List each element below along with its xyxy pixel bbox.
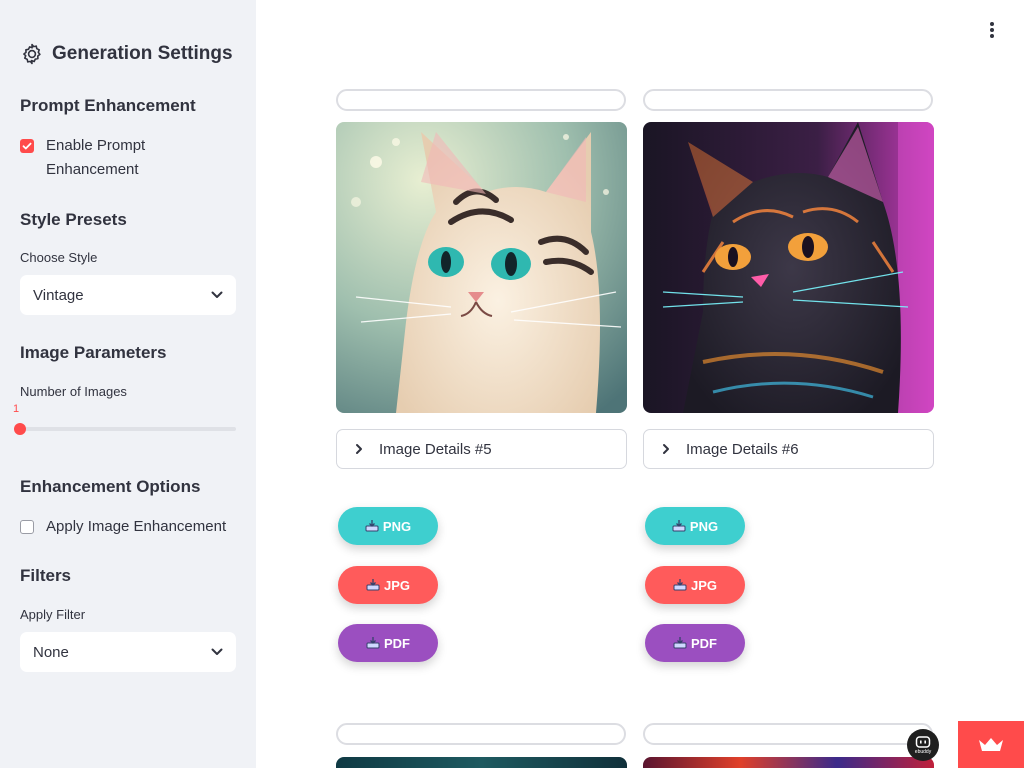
streamlit-crown-button[interactable] [958,721,1024,768]
enable-prompt-label: Enable Prompt Enhancement [46,137,146,178]
caption-bar [336,723,626,745]
chevron-down-icon [211,291,223,298]
slider-thumb[interactable] [14,423,26,435]
download-pdf-label: PDF [384,635,410,651]
apply-filter-label: Apply Filter [20,607,86,622]
cat-image-5 [336,122,627,413]
image-details-label: Image Details #6 [686,440,799,458]
caption-bar [336,89,626,111]
download-jpg-label: JPG [690,577,717,593]
slider-value: 1 [13,403,20,415]
caption-bar [643,89,933,111]
checkmark-icon [22,142,32,150]
download-tray-icon [366,637,380,649]
image-details-expander-5[interactable]: Image Details #5 [336,429,627,469]
robot-icon [915,736,931,748]
gear-icon [23,43,41,65]
generated-image-8 [643,757,934,768]
download-tray-icon [673,637,687,649]
filters-heading: Filters [20,566,72,585]
enable-prompt-checkbox-row[interactable]: Enable Prompt Enhancement [20,137,176,182]
filter-select[interactable]: None [20,632,236,672]
enable-prompt-checkbox[interactable] [20,139,34,153]
download-png-button[interactable]: PNG [645,507,745,545]
apply-enhancement-label: Apply Image Enhancement [46,518,227,535]
download-pdf-button[interactable]: PDF [338,624,438,662]
crown-icon [979,737,1003,751]
number-of-images-slider[interactable] [20,427,236,431]
assistant-badge[interactable]: ebuddy [907,729,939,761]
download-tray-icon [672,520,686,532]
apply-enhancement-checkbox[interactable] [20,520,34,534]
assistant-badge-text: ebuddy [914,749,932,755]
more-menu-icon[interactable] [984,20,1000,40]
download-jpg-label: JPG [383,577,410,593]
enhancement-options-heading: Enhancement Options [20,477,201,496]
download-pdf-label: PDF [691,635,717,651]
caption-bar [643,723,933,745]
download-tray-icon [365,520,379,532]
apply-enhancement-checkbox-row[interactable]: Apply Image Enhancement [20,518,226,539]
prompt-enhancement-heading: Prompt Enhancement [20,96,196,115]
style-select-value: Vintage [33,286,84,304]
sidebar-title-text: Generation Settings [52,43,233,64]
image-details-label: Image Details #5 [379,440,492,458]
generated-image-7 [336,757,627,768]
generated-image-5 [336,122,627,413]
download-tray-icon [366,579,380,591]
sidebar-title: Generation Settings [20,42,233,66]
download-png-label: PNG [689,518,719,534]
style-presets-heading: Style Presets [20,210,127,229]
download-jpg-button[interactable]: JPG [645,566,745,604]
download-tray-icon [673,579,687,591]
chevron-down-icon [211,648,223,655]
cat-image-6 [643,122,934,413]
download-png-button[interactable]: PNG [338,507,438,545]
number-of-images-label: Number of Images [20,384,127,399]
download-jpg-button[interactable]: JPG [338,566,438,604]
download-png-label: PNG [382,518,412,534]
image-details-expander-6[interactable]: Image Details #6 [643,429,934,469]
sidebar: Generation Settings Prompt Enhancement E… [0,0,256,768]
style-select[interactable]: Vintage [20,275,236,315]
download-pdf-button[interactable]: PDF [645,624,745,662]
chevron-right-icon [663,444,669,454]
chevron-right-icon [356,444,362,454]
image-parameters-heading: Image Parameters [20,343,167,362]
choose-style-label: Choose Style [20,250,98,265]
generated-image-6 [643,122,934,413]
filter-select-value: None [33,643,69,661]
